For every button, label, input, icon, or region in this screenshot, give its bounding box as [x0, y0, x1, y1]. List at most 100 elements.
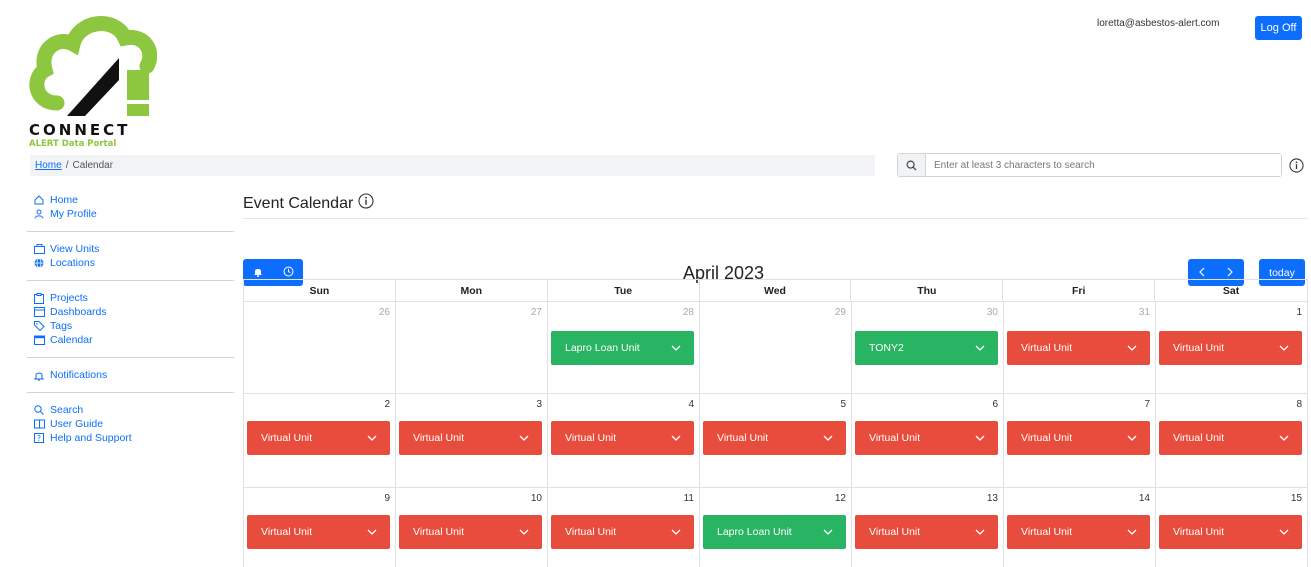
calendar-day-cell[interactable]: 14 Virtual Unit	[1004, 488, 1156, 567]
calendar-day-cell[interactable]: 29	[700, 302, 852, 393]
breadcrumb-home-link[interactable]: Home	[35, 160, 62, 171]
sidebar-item-locations[interactable]: Locations	[33, 256, 228, 270]
chevron-down-icon[interactable]	[1278, 526, 1290, 538]
chevron-down-icon[interactable]	[974, 432, 986, 444]
calendar-day-cell[interactable]: 12 Lapro Loan Unit	[700, 488, 852, 567]
day-number[interactable]: 11	[684, 493, 694, 504]
title-divider	[243, 218, 1308, 219]
chevron-down-icon[interactable]	[1278, 342, 1290, 354]
sidebar-item-user-guide[interactable]: User Guide	[33, 417, 228, 431]
calendar-day-cell[interactable]: 15 Virtual Unit	[1156, 488, 1308, 567]
sidebar-item-my-profile[interactable]: My Profile	[33, 207, 228, 221]
log-off-button[interactable]: Log Off	[1255, 16, 1302, 40]
chevron-down-icon[interactable]	[822, 432, 834, 444]
calendar-day-cell[interactable]: 4 Virtual Unit	[548, 394, 700, 487]
day-number[interactable]: 2	[384, 399, 390, 410]
day-number[interactable]: 10	[531, 493, 542, 504]
calendar-day-cell[interactable]: 9 Virtual Unit	[244, 488, 396, 567]
calendar-event[interactable]: Lapro Loan Unit	[551, 331, 694, 365]
chevron-down-icon[interactable]	[518, 526, 530, 538]
calendar-event[interactable]: Virtual Unit	[703, 421, 846, 455]
day-number[interactable]: 29	[835, 307, 846, 318]
calendar-day-cell[interactable]: 31 Virtual Unit	[1004, 302, 1156, 393]
calendar-event[interactable]: Virtual Unit	[1007, 421, 1150, 455]
calendar-event[interactable]: Virtual Unit	[247, 515, 390, 549]
sidebar-item-view-units[interactable]: View Units	[33, 242, 228, 256]
calendar-event[interactable]: Virtual Unit	[1007, 331, 1150, 365]
day-number[interactable]: 12	[835, 493, 846, 504]
calendar-event[interactable]: Virtual Unit	[1007, 515, 1150, 549]
calendar-day-cell[interactable]: 11 Virtual Unit	[548, 488, 700, 567]
sidebar-item-home[interactable]: Home	[33, 193, 228, 207]
day-number[interactable]: 7	[1144, 399, 1150, 410]
calendar-event-label: Virtual Unit	[869, 526, 921, 538]
chevron-down-icon[interactable]	[518, 432, 530, 444]
chevron-down-icon[interactable]	[366, 526, 378, 538]
day-number[interactable]: 28	[683, 307, 694, 318]
sidebar-item-calendar[interactable]: Calendar	[33, 333, 228, 347]
calendar-day-cell[interactable]: 2 Virtual Unit	[244, 394, 396, 487]
calendar-day-cell[interactable]: 6 Virtual Unit	[852, 394, 1004, 487]
chevron-down-icon[interactable]	[1126, 432, 1138, 444]
day-number[interactable]: 8	[1296, 399, 1302, 410]
chevron-down-icon[interactable]	[1278, 432, 1290, 444]
day-number[interactable]: 13	[987, 493, 998, 504]
sidebar-item-dashboards[interactable]: Dashboards	[33, 305, 228, 319]
calendar-day-cell[interactable]: 30 TONY2	[852, 302, 1004, 393]
day-number[interactable]: 4	[688, 399, 694, 410]
chevron-down-icon[interactable]	[366, 432, 378, 444]
calendar-event[interactable]: Virtual Unit	[247, 421, 390, 455]
day-number[interactable]: 30	[987, 307, 998, 318]
chevron-down-icon[interactable]	[670, 526, 682, 538]
calendar-event[interactable]: Virtual Unit	[855, 515, 998, 549]
calendar-event[interactable]: Virtual Unit	[399, 421, 542, 455]
sidebar-item-tags[interactable]: Tags	[33, 319, 228, 333]
chevron-down-icon[interactable]	[822, 526, 834, 538]
day-number[interactable]: 14	[1139, 493, 1150, 504]
sidebar-item-search[interactable]: Search	[33, 403, 228, 417]
day-number[interactable]: 5	[840, 399, 846, 410]
calendar-event[interactable]: Virtual Unit	[1159, 331, 1302, 365]
search-icon[interactable]	[898, 154, 926, 176]
day-number[interactable]: 1	[1296, 307, 1302, 318]
calendar-day-cell[interactable]: 1 Virtual Unit	[1156, 302, 1308, 393]
calendar-event[interactable]: Virtual Unit	[1159, 515, 1302, 549]
calendar-event[interactable]: Virtual Unit	[1159, 421, 1302, 455]
chevron-down-icon[interactable]	[1126, 526, 1138, 538]
info-circle-icon[interactable]	[358, 193, 374, 214]
chevron-down-icon[interactable]	[670, 432, 682, 444]
sidebar-item-help-and-support[interactable]: ? Help and Support	[33, 431, 228, 445]
day-number[interactable]: 3	[536, 399, 542, 410]
calendar-day-cell[interactable]: 10 Virtual Unit	[396, 488, 548, 567]
search-input[interactable]	[926, 154, 1281, 176]
book-icon	[33, 419, 45, 430]
calendar-event[interactable]: Virtual Unit	[551, 515, 694, 549]
day-number[interactable]: 9	[384, 493, 390, 504]
chevron-down-icon[interactable]	[974, 342, 986, 354]
chevron-down-icon[interactable]	[974, 526, 986, 538]
chevron-down-icon[interactable]	[670, 342, 682, 354]
calendar-event[interactable]: Virtual Unit	[399, 515, 542, 549]
calendar-event[interactable]: TONY2	[855, 331, 998, 365]
day-number[interactable]: 6	[992, 399, 998, 410]
calendar-event[interactable]: Virtual Unit	[855, 421, 998, 455]
info-circle-icon[interactable]	[1283, 153, 1309, 177]
calendar-day-cell[interactable]: 13 Virtual Unit	[852, 488, 1004, 567]
sidebar-item-projects[interactable]: Projects	[33, 291, 228, 305]
sidebar-item-notifications[interactable]: Notifications	[33, 368, 228, 382]
chevron-down-icon[interactable]	[1126, 342, 1138, 354]
calendar-event[interactable]: Virtual Unit	[551, 421, 694, 455]
calendar-day-cell[interactable]: 3 Virtual Unit	[396, 394, 548, 487]
calendar-day-cell[interactable]: 28 Lapro Loan Unit	[548, 302, 700, 393]
calendar-day-cell[interactable]: 26	[244, 302, 396, 393]
day-number[interactable]: 15	[1291, 493, 1302, 504]
calendar-event-label: Virtual Unit	[1173, 526, 1225, 538]
calendar-day-cell[interactable]: 27	[396, 302, 548, 393]
day-number[interactable]: 31	[1139, 307, 1150, 318]
calendar-day-cell[interactable]: 7 Virtual Unit	[1004, 394, 1156, 487]
calendar-day-cell[interactable]: 8 Virtual Unit	[1156, 394, 1308, 487]
day-number[interactable]: 27	[531, 307, 542, 318]
calendar-day-cell[interactable]: 5 Virtual Unit	[700, 394, 852, 487]
calendar-event[interactable]: Lapro Loan Unit	[703, 515, 846, 549]
day-number[interactable]: 26	[379, 307, 390, 318]
